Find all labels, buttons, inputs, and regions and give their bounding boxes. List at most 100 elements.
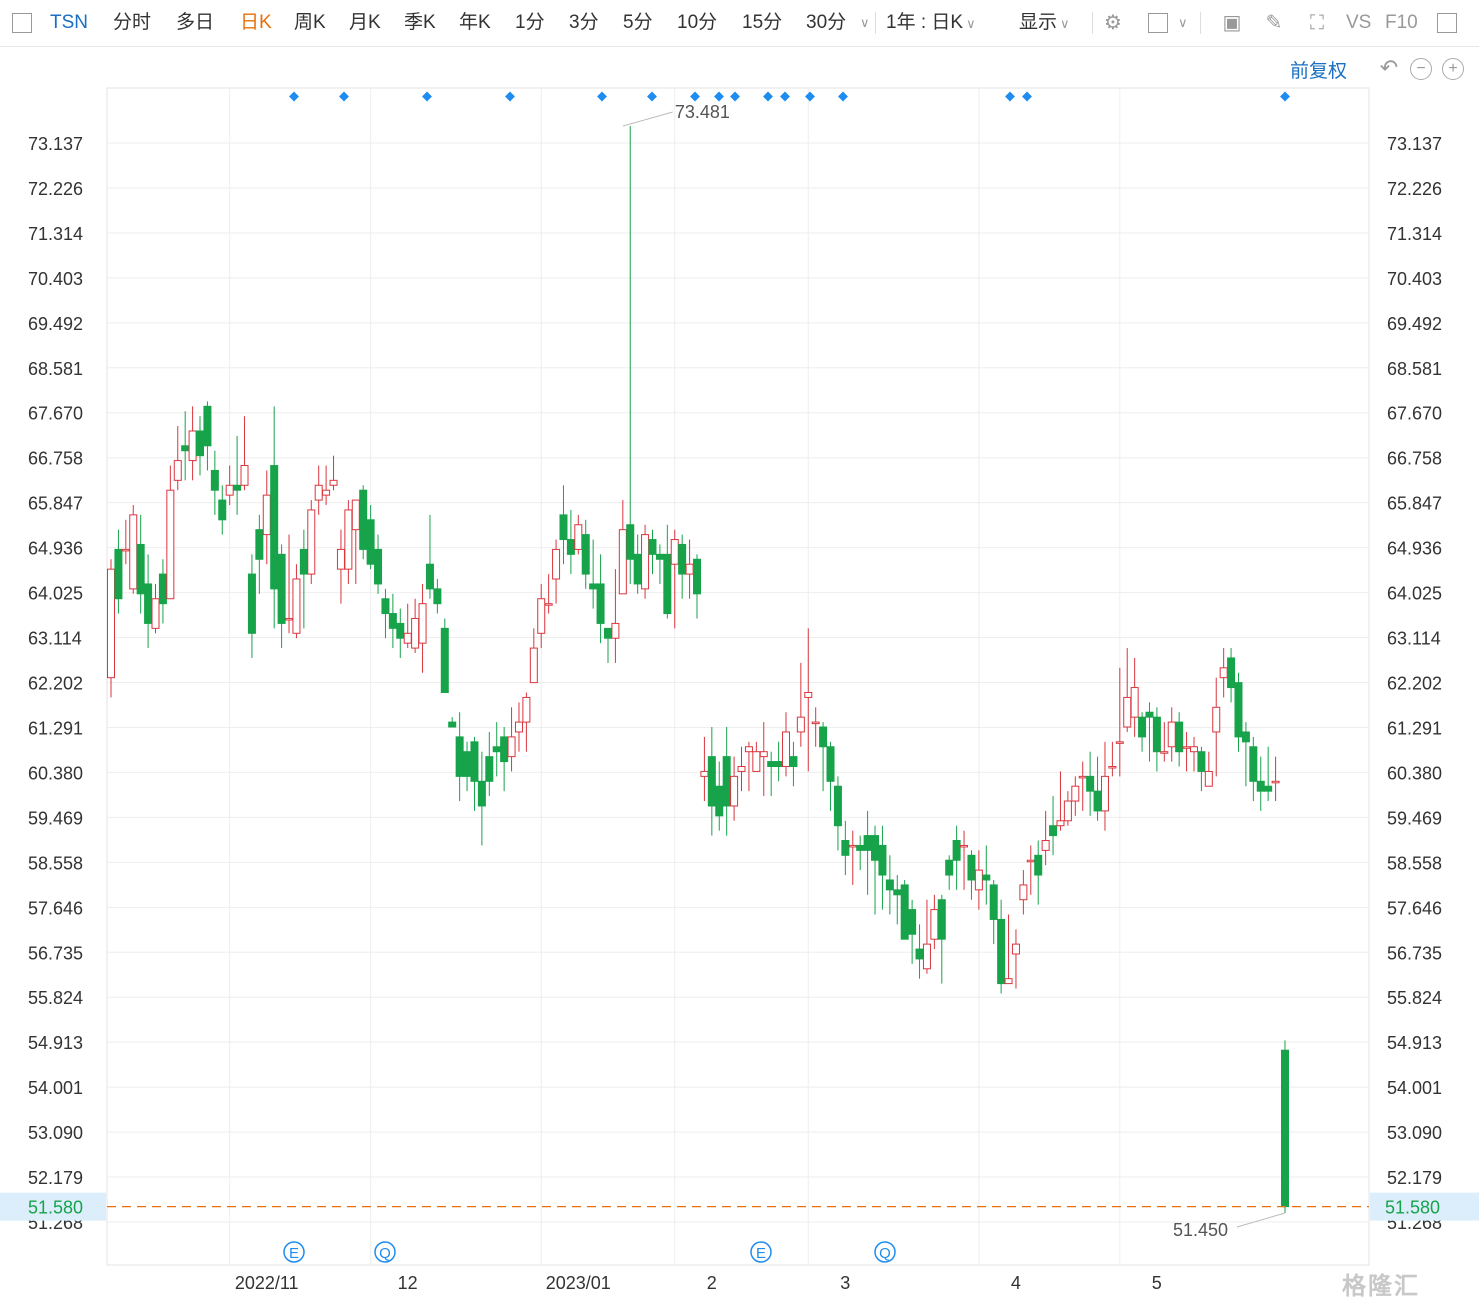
- period-tab[interactable]: 30分: [806, 11, 846, 35]
- candle-body: [848, 844, 857, 848]
- candle-body: [1234, 682, 1243, 738]
- candle-body: [922, 943, 931, 970]
- period-tab[interactable]: 月K: [349, 11, 381, 35]
- y-tick-label-right: 65.847: [1387, 494, 1442, 514]
- chevron-down-icon[interactable]: ∨: [1178, 15, 1188, 31]
- candle-body: [292, 578, 301, 634]
- camera-icon[interactable]: ▣: [1219, 10, 1245, 36]
- period-tab[interactable]: 年K: [459, 11, 491, 35]
- candle-body: [715, 785, 724, 817]
- candle-body: [863, 835, 872, 851]
- candle-body: [1034, 854, 1043, 876]
- y-tick-label-left: 73.137: [28, 134, 83, 154]
- candle-body: [685, 563, 694, 575]
- candlestick-chart[interactable]: 73.137 73.137 72.226 72.226 71.314 71.314 70.4…: [0, 47, 1479, 1308]
- event-marker-label: E: [756, 1245, 766, 1262]
- candle-body: [403, 632, 412, 644]
- candle-body: [945, 859, 954, 876]
- y-tick-label-left: 54.001: [28, 1078, 83, 1098]
- candle-body: [544, 603, 553, 606]
- candle-body: [626, 524, 635, 560]
- candle-body: [1182, 746, 1191, 749]
- y-tick-label-right: 63.114: [1387, 629, 1441, 649]
- dividend-marker-icon: [505, 91, 515, 102]
- candle-body: [529, 647, 538, 684]
- y-tick-label-right: 66.758: [1387, 449, 1442, 469]
- y-tick-label-right: 71.314: [1387, 224, 1442, 244]
- candle-body: [1175, 721, 1184, 753]
- f10-button[interactable]: F10: [1385, 11, 1418, 35]
- display-menu[interactable]: 显示 ∨: [1019, 11, 1070, 36]
- gear-icon[interactable]: ⚙: [1100, 10, 1126, 36]
- dividend-marker-icon: [1005, 91, 1015, 102]
- period-tab[interactable]: 3分: [569, 11, 599, 35]
- panel-toggle-icon[interactable]: [1437, 13, 1457, 33]
- vs-button[interactable]: VS: [1346, 11, 1371, 35]
- candle-body: [1212, 706, 1221, 733]
- candle-body: [633, 553, 642, 585]
- candle-body: [1056, 820, 1065, 827]
- dividend-marker-icon: [422, 91, 432, 102]
- candle-body: [566, 539, 575, 555]
- fullscreen-icon[interactable]: ⛶: [1304, 10, 1330, 36]
- period-tab[interactable]: 分时: [113, 11, 151, 35]
- candle-body: [218, 499, 227, 521]
- candle-body: [433, 588, 442, 605]
- dividend-marker-icon: [1280, 91, 1290, 102]
- candle-body: [299, 548, 308, 575]
- min-leader-line: [1236, 1212, 1286, 1228]
- candle-body: [997, 918, 1006, 985]
- candle-body: [603, 627, 612, 639]
- candle-body: [952, 840, 961, 861]
- min-price-label: 51.450: [1173, 1220, 1228, 1240]
- period-tab[interactable]: 10分: [677, 11, 717, 35]
- y-tick-label-left: 58.558: [28, 853, 83, 873]
- period-tab[interactable]: 日K: [240, 11, 272, 35]
- period-tab[interactable]: 周K: [294, 11, 326, 35]
- candle-body: [878, 844, 887, 876]
- candle-body: [307, 509, 316, 575]
- chevron-down-icon[interactable]: ∨: [860, 15, 870, 31]
- period-tab[interactable]: 1分: [515, 11, 545, 35]
- candle-body: [1063, 800, 1072, 822]
- symbol-label[interactable]: TSN: [50, 11, 88, 35]
- candle-body: [678, 543, 687, 575]
- candle-body: [1264, 785, 1273, 792]
- pencil-icon[interactable]: ✎: [1261, 10, 1287, 36]
- candle-body: [366, 519, 375, 565]
- layout-square-icon[interactable]: [1148, 13, 1168, 33]
- candle-body: [648, 539, 657, 555]
- dividend-marker-icon: [780, 91, 790, 102]
- period-tab[interactable]: 季K: [404, 11, 436, 35]
- candle-body: [796, 716, 805, 733]
- y-tick-label-right: 64.936: [1387, 539, 1442, 559]
- y-tick-label-left: 52.179: [28, 1168, 83, 1188]
- range-select-label: 1年 : 日K: [886, 12, 964, 33]
- candle-body: [1086, 775, 1095, 792]
- candle-body: [492, 746, 501, 753]
- period-tab[interactable]: 多日: [176, 11, 214, 35]
- candle-body: [1138, 716, 1147, 738]
- dividend-marker-icon: [690, 91, 700, 102]
- x-tick-label: 12: [398, 1273, 418, 1293]
- y-tick-label-right: 67.670: [1387, 404, 1442, 424]
- candle-body: [1152, 716, 1161, 753]
- period-tab[interactable]: 15分: [742, 11, 782, 35]
- candle-body: [329, 479, 338, 486]
- dividend-marker-icon: [647, 91, 657, 102]
- y-tick-label-right: 53.090: [1387, 1123, 1442, 1143]
- candle-body: [151, 598, 160, 629]
- sidebar-toggle-icon[interactable]: [12, 13, 32, 33]
- range-select[interactable]: 1年 : 日K ∨: [886, 11, 976, 36]
- dividend-marker-icon: [289, 91, 299, 102]
- candle-body: [744, 746, 753, 753]
- candle-body: [841, 840, 850, 856]
- y-tick-label-right: 59.469: [1387, 808, 1442, 828]
- event-marker-label: Q: [379, 1245, 391, 1262]
- candle-body: [396, 622, 405, 639]
- candle-body: [477, 780, 486, 807]
- period-tab[interactable]: 5分: [623, 11, 653, 35]
- candle-body: [967, 854, 976, 881]
- x-tick-label: 2022/11: [235, 1273, 299, 1293]
- candle-body: [144, 583, 153, 624]
